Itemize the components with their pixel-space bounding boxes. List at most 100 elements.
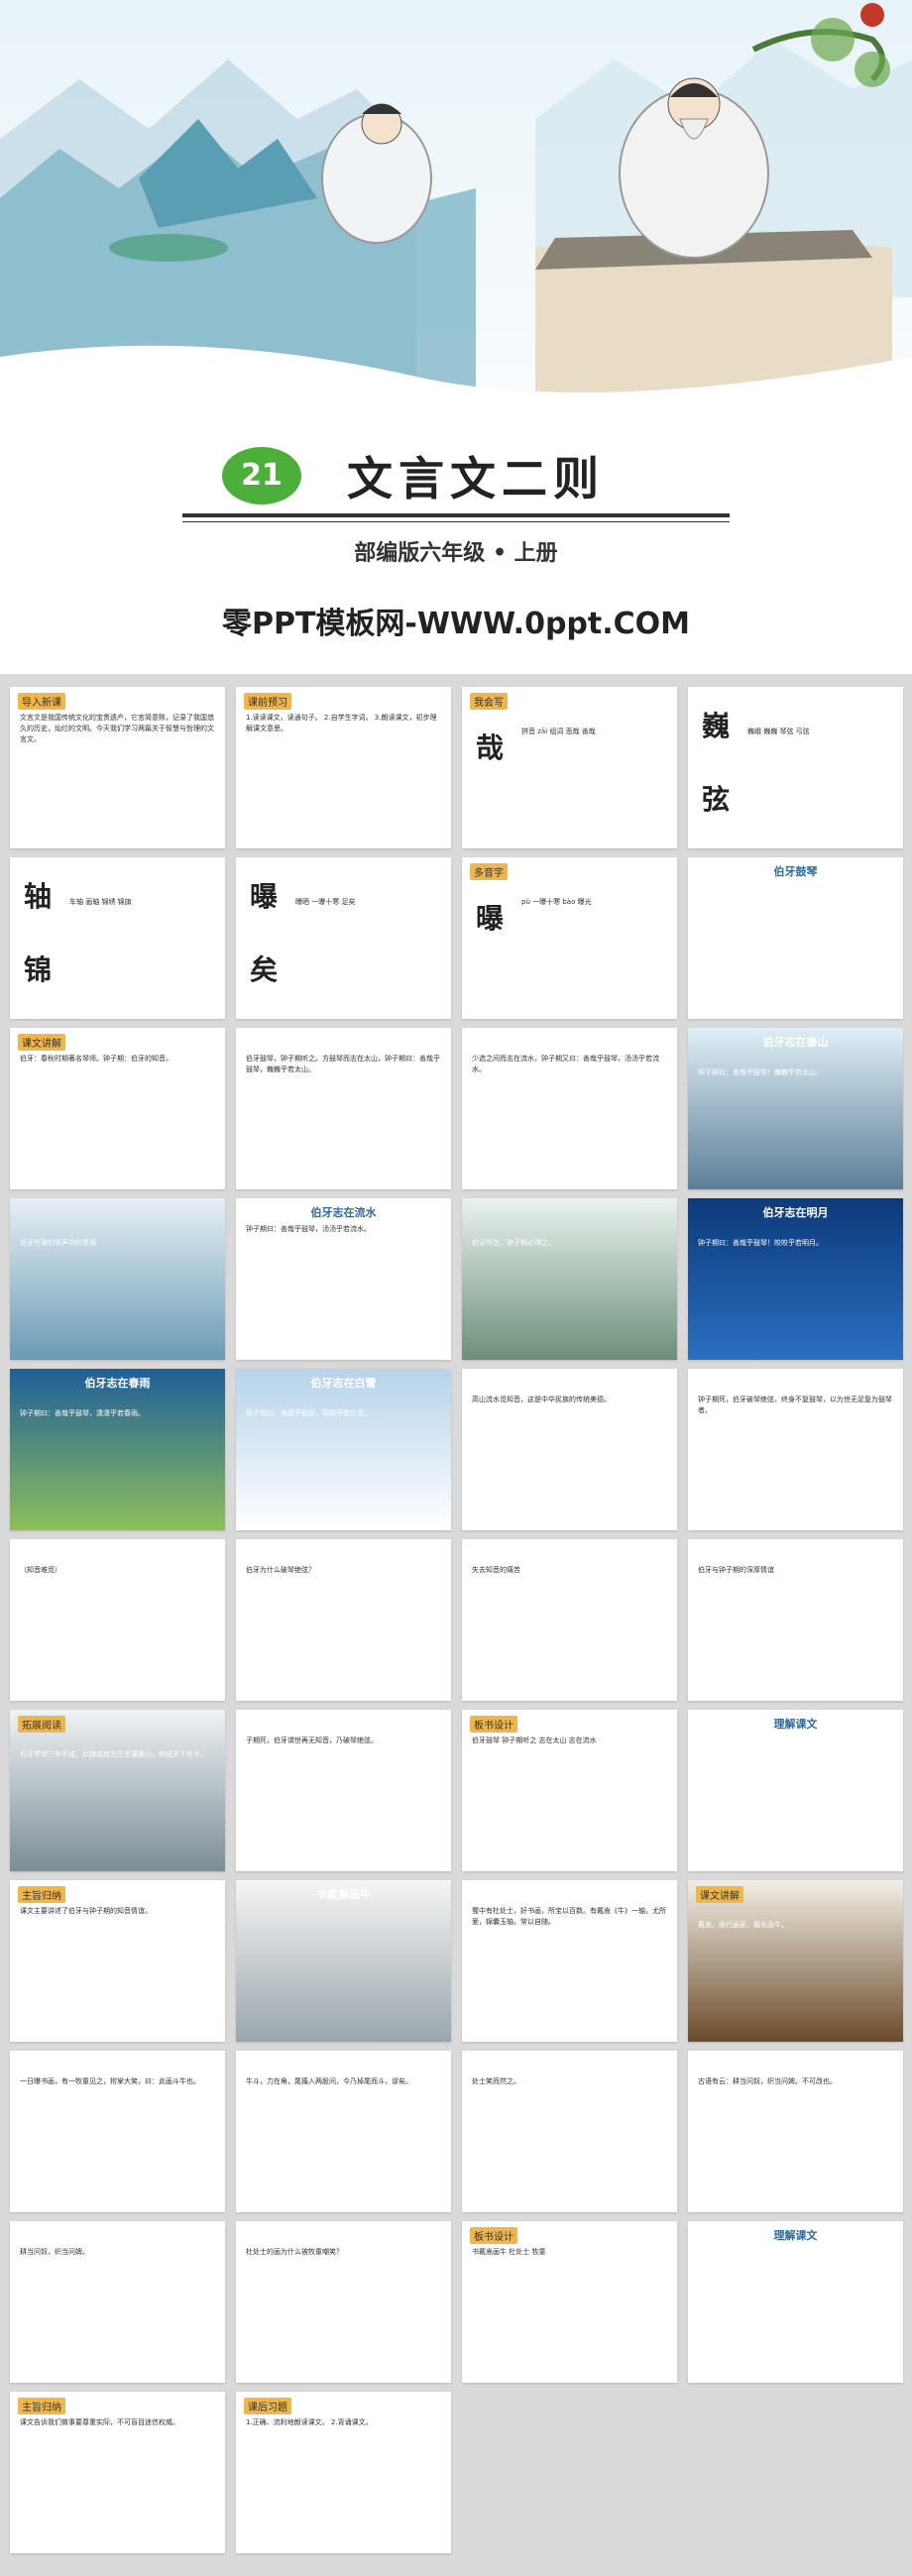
slide-thumbnail[interactable]: 拓展阅读 伯牙学琴三年不成，后随成连先生至蓬莱山，终成天下妙手。 (10, 1710, 225, 1871)
slide-section-label: 多音字 (470, 863, 508, 880)
slide-thumbnail[interactable]: 课文讲解 戴嵩，唐代画家，擅长画牛。 (688, 1880, 903, 2042)
slide-section-label: 我会写 (470, 693, 508, 710)
slide-thumbnail[interactable]: 伯牙鼓琴，钟子期听之。方鼓琴而志在太山，钟子期曰：善哉乎鼓琴，巍巍乎若太山。 (236, 1028, 451, 1189)
lesson-title: 文言文二则 (347, 452, 605, 505)
slide-thumbnail[interactable]: 牛斗，力在角，尾搐入两股间，今乃掉尾而斗，谬矣。 (236, 2051, 451, 2212)
slide-body-text: 蜀中有杜处士，好书画，所宝以百数。有戴嵩《牛》一轴，尤所爱，锦囊玉轴，常以自随。 (472, 1907, 666, 1926)
slide-thumbnail[interactable]: 轴锦 车轴 画轴 锦绣 锦旗 (10, 857, 225, 1019)
slide-photo (236, 1880, 451, 2042)
slide-body-text: 失去知音的痛苦 (472, 1566, 520, 1574)
slide-body-text: 伯牙鼓琴，钟子期听之。方鼓琴而志在太山，钟子期曰：善哉乎鼓琴，巍巍乎若太山。 (246, 1055, 440, 1073)
slide-character: 曝 (476, 902, 505, 935)
slide-thumbnail[interactable]: 巍弦 巍峨 巍巍 琴弦 弓弦 (688, 687, 903, 848)
lesson-subtitle: 部编版六年级 • 上册 (354, 540, 558, 566)
slide-thumbnail[interactable]: 高山流水觅知音，这是中华民族的传统美德。 (462, 1369, 677, 1530)
slide-thumbnail[interactable]: 伯牙鼓琴 (688, 857, 903, 1019)
slide-photo (462, 1198, 677, 1360)
slide-thumbnail[interactable]: 钟子期死，伯牙破琴绝弦，终身不复鼓琴，以为世无足复为鼓琴者。 (688, 1369, 903, 1530)
slide-thumbnail[interactable]: 耕当问奴，织当问婢。 (10, 2221, 225, 2383)
slide-photo (688, 1028, 903, 1189)
slide-thumbnail[interactable]: 多音字曝 pù 一曝十寒 bào 曝光 (462, 857, 677, 1019)
slide-thumbnail[interactable]: 书戴嵩画牛 (236, 1880, 451, 2042)
slide-photo (10, 1198, 225, 1360)
slide-thumbnail[interactable]: 少选之间而志在流水，钟子期又曰：善哉乎鼓琴，汤汤乎若流水。 (462, 1028, 677, 1189)
slide-section-label: 主旨归纳 (18, 2398, 65, 2414)
slide-thumbnail[interactable]: 处士笑而然之。 (462, 2051, 677, 2212)
slide-character: 巍 (702, 710, 731, 742)
slide-heading: 伯牙志在明月 (762, 1206, 829, 1219)
slide-photo (236, 1369, 451, 1530)
slide-thumbnail[interactable]: 子期死，伯牙谓世再无知音，乃破琴绝弦。 (236, 1710, 451, 1871)
slide-character: 轴 (24, 880, 53, 913)
slide-photo (10, 1710, 225, 1871)
slide-thumbnail[interactable]: 主旨归纳 课文主要讲述了伯牙与钟子期的知音情谊。 (10, 1880, 225, 2042)
slide-body-text: 1.读读课文，读通句子。 2.自学生字词。 3.朗读课文，初步理解课文意思。 (246, 714, 437, 732)
slide-body-text: 古语有云：耕当问奴，织当问婢。不可改也。 (698, 2077, 837, 2085)
slide-section-label: 课后习题 (244, 2398, 291, 2414)
slide-thumbnail[interactable]: 导入新课 文言文是我国传统文化的宝贵遗产，它言简意赅，记录了我国悠久的历史，灿烂的… (10, 687, 225, 848)
lesson-number-badge: 21 (222, 447, 301, 504)
slide-thumbnail[interactable]: 伯牙与钟子期的深厚情谊 (688, 1539, 903, 1701)
slide-thumbnail[interactable]: 伯牙志在白雪钟子期曰：善哉乎鼓琴，皑皑乎若白雪。 (236, 1369, 451, 1530)
slide-character: 曝 (250, 880, 279, 913)
slide-thumbnail[interactable]: 我会写哉 拼音 zāi 组词 悲哉 善哉 (462, 687, 677, 848)
slide-thumbnail[interactable]: 伯牙所念，钟子期必得之。 (462, 1198, 677, 1360)
slide-thumbnail[interactable]: 伯牙为什么破琴绝弦？ (236, 1539, 451, 1701)
slide-body-text: 少选之间而志在流水，钟子期又曰：善哉乎鼓琴，汤汤乎若流水。 (472, 1055, 659, 1073)
slide-heading: 理解课文 (773, 2229, 818, 2242)
slide-thumbnail[interactable]: 蜀中有杜处士，好书画，所宝以百数。有戴嵩《牛》一轴，尤所爱，锦囊玉轴，常以自随。 (462, 1880, 677, 2042)
slide-section-label: 主旨归纳 (18, 1886, 65, 1903)
slide-body-text: 钟子期曰：善哉乎鼓琴，汤汤乎若流水。 (246, 1225, 371, 1233)
slide-thumbnail[interactable]: 伯牙志在泰山钟子期曰：善哉乎鼓琴！巍巍乎若太山。 (688, 1028, 903, 1189)
slide-body-text: 钟子期死，伯牙破琴绝弦，终身不复鼓琴，以为世无足复为鼓琴者。 (698, 1396, 892, 1414)
slide-body-text: 伯牙所弹的琴声中的意境 (20, 1239, 96, 1247)
slide-thumbnail[interactable]: 杜处士的画为什么被牧童嘲笑？ (236, 2221, 451, 2383)
slide-body-text: 曝晒 一曝十寒 足矣 (295, 898, 356, 906)
slide-body-text: 处士笑而然之。 (472, 2077, 520, 2085)
slide-body-text: 杜处士的画为什么被牧童嘲笑？ (246, 2248, 343, 2256)
slide-body-text: 伯牙所念，钟子期必得之。 (472, 1239, 555, 1247)
slide-thumbnail[interactable]: 曝矣 曝晒 一曝十寒 足矣 (236, 857, 451, 1019)
slide-body-text: 钟子期曰：善哉乎鼓琴！巍巍乎若太山。 (698, 1068, 823, 1076)
slide-body-text: 子期死，伯牙谓世再无知音，乃破琴绝弦。 (246, 1736, 378, 1744)
slide-section-label: 课前预习 (244, 693, 291, 710)
slide-thumbnail[interactable]: （知音难觅） (10, 1539, 225, 1701)
slide-heading: 伯牙志在春雨 (84, 1377, 151, 1390)
slide-body-text: 拼音 zāi 组词 悲哉 善哉 (521, 728, 596, 735)
slide-body-text: 耕当问奴，织当问婢。 (20, 2248, 89, 2256)
slide-thumbnail[interactable]: 古语有云：耕当问奴，织当问婢。不可改也。 (688, 2051, 903, 2212)
slide-character: 锦 (24, 953, 53, 986)
title-divider-thin (182, 521, 730, 522)
slide-character: 哉 (476, 731, 505, 764)
slide-body-text: 1.正确、流利地朗读课文。 2.背诵课文。 (246, 2418, 373, 2426)
slide-thumbnail[interactable]: 伯牙志在流水钟子期曰：善哉乎鼓琴，汤汤乎若流水。 (236, 1198, 451, 1360)
slide-thumbnail[interactable]: 板书设计 伯牙鼓琴 钟子期听之 志在太山 志在流水 (462, 1710, 677, 1871)
slide-thumbnail[interactable]: 伯牙所弹的琴声中的意境 (10, 1198, 225, 1360)
slide-body-text: 钟子期曰：善哉乎鼓琴！皎皎乎若明月。 (698, 1239, 823, 1247)
title-divider (182, 513, 730, 517)
slide-heading: 书戴嵩画牛 (316, 1888, 371, 1901)
slide-body-text: 牛斗，力在角，尾搐入两股间，今乃掉尾而斗，谬矣。 (246, 2077, 412, 2085)
slide-section-label: 拓展阅读 (18, 1716, 65, 1733)
slide-body-text: 钟子期曰：善哉乎鼓琴，皑皑乎若白雪。 (246, 1409, 371, 1417)
slide-body-text: 一日曝书画，有一牧童见之，拊掌大笑，曰：此画斗牛也。 (20, 2077, 200, 2085)
slide-thumbnail[interactable]: 一日曝书画，有一牧童见之，拊掌大笑，曰：此画斗牛也。 (10, 2051, 225, 2212)
slide-thumbnail[interactable]: 课前预习 1.读读课文，读通句子。 2.自学生字词。 3.朗读课文，初步理解课文意… (236, 687, 451, 848)
slide-thumbnail[interactable]: 失去知音的痛苦 (462, 1539, 677, 1701)
site-watermark: 零PPT模板网-WWW.0ppt.COM (221, 607, 691, 641)
cover-illustration (0, 0, 912, 436)
slide-thumbnail[interactable]: 板书设计 书戴嵩画牛 杜处士 牧童 (462, 2221, 677, 2383)
slide-body-text: 文言文是我国传统文化的宝贵遗产，它言简意赅，记录了我国悠久的历史，灿烂的文明。今… (20, 714, 214, 743)
slide-thumbnail[interactable]: 课后习题 1.正确、流利地朗读课文。 2.背诵课文。 (236, 2392, 451, 2553)
slide-body-text: 伯牙：春秋时期著名琴师。钟子期：伯牙的知音。 (20, 1055, 172, 1063)
slide-thumbnail[interactable]: 理解课文 (688, 2221, 903, 2383)
slide-body-text: 巍峨 巍巍 琴弦 弓弦 (747, 728, 810, 735)
slide-thumbnail[interactable]: 伯牙志在明月钟子期曰：善哉乎鼓琴！皎皎乎若明月。 (688, 1198, 903, 1360)
slide-thumbnail[interactable]: 课文讲解 伯牙：春秋时期著名琴师。钟子期：伯牙的知音。 (10, 1028, 225, 1189)
slide-heading: 伯牙志在白雪 (310, 1377, 377, 1390)
slide-thumbnail[interactable]: 理解课文 (688, 1710, 903, 1871)
slide-thumbnail[interactable]: 主旨归纳 课文告诉我们做事要尊重实际，不可盲目迷信权威。 (10, 2392, 225, 2553)
slide-heading: 伯牙志在泰山 (762, 1036, 829, 1049)
slide-heading: 伯牙志在流水 (310, 1206, 377, 1219)
slide-thumbnail[interactable]: 伯牙志在春雨 钟子期曰：善哉乎鼓琴，潇潇乎若春雨。 (10, 1369, 225, 1530)
